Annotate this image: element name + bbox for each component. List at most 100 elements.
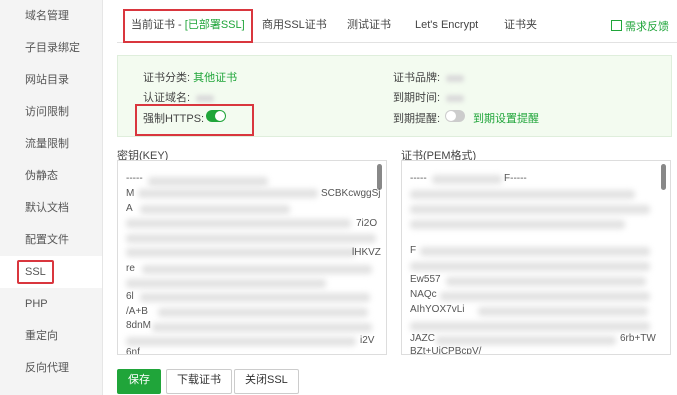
category-label: 证书分类: <box>143 72 191 84</box>
key-line: lHKVZ <box>352 247 381 258</box>
redacted-line <box>138 189 318 198</box>
main-panel: 当前证书 - [已部署SSL] 商用SSL证书 测试证书 Let's Encry… <box>103 0 677 395</box>
tab-label: 测试证书 <box>347 19 391 31</box>
reminder-settings-link[interactable]: 到期设置提醒 <box>473 110 539 126</box>
redacted-line <box>126 337 356 346</box>
redacted-line <box>126 279 326 288</box>
key-line: re <box>126 263 135 274</box>
sidebar-item-label: 子目录绑定 <box>25 42 80 54</box>
sidebar-item-site-dir[interactable]: 网站目录 <box>0 64 102 96</box>
cert-category: 证书分类: 其他证书 <box>143 69 237 85</box>
cert-line: BZt+UiCPBcpV/ <box>410 346 482 355</box>
sidebar-item-label: 伪静态 <box>25 170 58 182</box>
sidebar-item-proxy[interactable]: 反向代理 <box>0 352 102 384</box>
save-button[interactable]: 保存 <box>117 369 161 394</box>
expiry-reminder-row: 到期提醒: <box>393 110 440 126</box>
cert-line: ----- <box>410 173 427 184</box>
brand-label: 证书品牌: <box>393 72 441 84</box>
redacted-line <box>410 322 650 331</box>
redacted-line <box>446 277 646 286</box>
redacted-line <box>126 219 351 228</box>
feedback-link[interactable]: 需求反馈 <box>611 18 669 34</box>
tab-commercial-ssl[interactable]: 商用SSL证书 <box>262 8 327 42</box>
cert-line: F <box>410 245 417 256</box>
sidebar-item-config[interactable]: 配置文件 <box>0 224 102 256</box>
sidebar-item-default-doc[interactable]: 默认文档 <box>0 192 102 224</box>
scrollbar[interactable] <box>661 164 666 190</box>
sidebar-item-label: 域名管理 <box>25 10 69 22</box>
sidebar-item-redirect[interactable]: 重定向 <box>0 320 102 352</box>
toggle-knob <box>215 111 225 121</box>
tab-cert-folder[interactable]: 证书夹 <box>504 8 537 42</box>
redacted-line <box>410 190 635 199</box>
redacted-line <box>436 336 616 345</box>
redacted-line <box>440 292 650 301</box>
sidebar-item-label: 流量限制 <box>25 138 69 150</box>
sidebar-item-traffic[interactable]: 流量限制 <box>0 128 102 160</box>
sidebar-item-ssl[interactable]: SSL <box>0 256 102 288</box>
key-line: ----- <box>126 173 143 184</box>
key-line: 7i2O <box>356 218 378 229</box>
sidebar-item-label: 默认文档 <box>25 202 69 214</box>
key-line: A <box>126 203 133 214</box>
sidebar: 域名管理 子目录绑定 网站目录 访问限制 流量限制 伪静态 默认文档 配置文件 … <box>0 0 103 395</box>
reminder-link-label: 到期设置提醒 <box>473 113 539 125</box>
force-https-label: 强制HTTPS: <box>143 113 205 125</box>
close-ssl-button[interactable]: 关闭SSL <box>234 369 299 394</box>
sidebar-item-php[interactable]: PHP <box>0 288 102 320</box>
cert-line: JAZC <box>410 333 435 344</box>
cert-line: Ew557 <box>410 274 441 285</box>
expiry-label: 到期时间: <box>393 92 441 104</box>
edit-icon <box>611 20 622 31</box>
scrollbar[interactable] <box>377 164 382 190</box>
sidebar-item-label: 网站目录 <box>25 74 69 86</box>
tab-bar: 当前证书 - [已部署SSL] 商用SSL证书 测试证书 Let's Encry… <box>117 8 677 43</box>
redacted-value <box>446 94 465 102</box>
download-cert-button[interactable]: 下载证书 <box>166 369 232 394</box>
key-line: 6l <box>126 291 134 302</box>
tab-letsencrypt[interactable]: Let's Encrypt <box>415 8 478 42</box>
tab-label: 当前证书 - <box>131 19 185 31</box>
redacted-line <box>410 262 650 271</box>
sidebar-item-subdir[interactable]: 子目录绑定 <box>0 32 102 64</box>
key-line: M <box>126 188 135 199</box>
feedback-label: 需求反馈 <box>625 21 669 33</box>
force-https-toggle[interactable] <box>206 110 226 122</box>
cert-textarea[interactable]: ----- F----- F Ew557 NAQc AIhYOX7vLi JAZ… <box>401 160 671 355</box>
key-textarea[interactable]: ----- M SCBKcwggSj A 7i2O lHKVZ re 6l /A… <box>117 160 387 355</box>
redacted-line <box>410 220 625 229</box>
key-line: 6nf <box>126 347 140 355</box>
redacted-line <box>140 293 370 302</box>
tab-test-cert[interactable]: 测试证书 <box>347 8 391 42</box>
sidebar-item-rewrite[interactable]: 伪静态 <box>0 160 102 192</box>
redacted-line <box>410 205 650 214</box>
key-line: i2V <box>360 335 375 346</box>
cert-line: NAQc <box>410 289 437 300</box>
tab-label: Let's Encrypt <box>415 19 479 31</box>
expiry-reminder-toggle[interactable] <box>445 110 465 122</box>
redacted-value <box>446 74 465 82</box>
cert-line: 6rb+TW <box>620 333 656 344</box>
redacted-line <box>140 205 290 214</box>
key-line: 8dnM <box>126 320 152 331</box>
key-line: SCBKcwggSj <box>321 188 381 199</box>
category-value: 其他证书 <box>193 72 238 84</box>
redacted-line <box>420 247 650 256</box>
ssl-status: [已部署SSL] <box>184 19 245 31</box>
cert-line: AIhYOX7vLi <box>410 304 465 315</box>
cert-brand: 证书品牌: <box>393 69 465 85</box>
redacted-line <box>152 323 372 332</box>
toggle-knob <box>446 111 456 121</box>
redacted-line <box>158 308 368 317</box>
cert-expiry: 到期时间: <box>393 89 465 105</box>
redacted-line <box>142 265 372 274</box>
sidebar-item-domain[interactable]: 域名管理 <box>0 0 102 32</box>
sidebar-item-label: PHP <box>25 298 48 310</box>
redacted-line <box>126 248 356 257</box>
reminder-label: 到期提醒: <box>393 113 441 125</box>
tab-current-cert[interactable]: 当前证书 - [已部署SSL] <box>123 9 253 43</box>
force-https-row: 强制HTTPS: <box>143 110 204 126</box>
redacted-line <box>478 307 648 316</box>
sidebar-item-access[interactable]: 访问限制 <box>0 96 102 128</box>
redacted-value <box>196 94 215 102</box>
